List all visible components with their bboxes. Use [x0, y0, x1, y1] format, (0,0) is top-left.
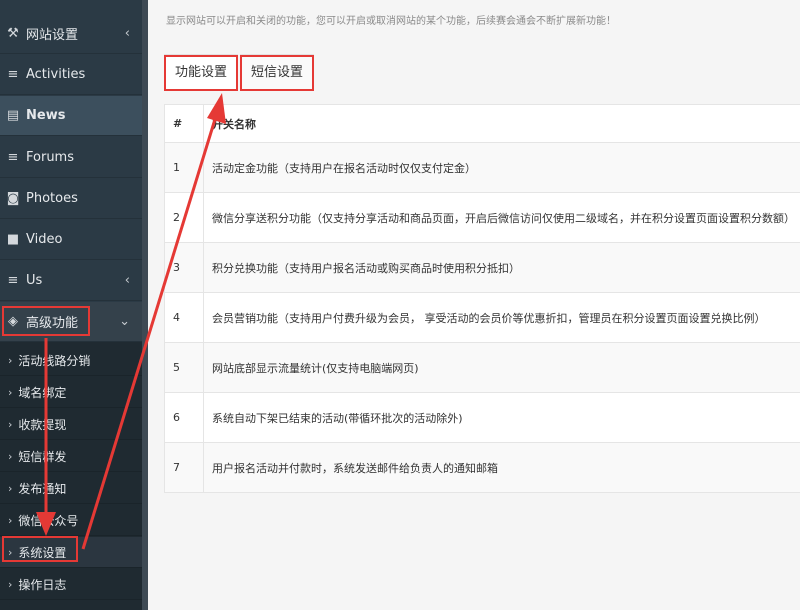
- sidebar-item-activities[interactable]: ≡ Activities: [0, 55, 142, 95]
- sidebar-item-label: Activities: [26, 67, 86, 82]
- row-number: 1: [164, 142, 204, 193]
- table-row: 6 系统自动下架已结束的活动(带循环批次的活动除外): [164, 392, 800, 443]
- row-feature-name: 积分兑换功能（支持用户报名活动或购买商品时使用积分抵扣）: [203, 242, 800, 293]
- sidebar-item-label: 网站设置: [26, 28, 79, 43]
- sidebar-item-advanced[interactable]: ◈ 高级功能 ⌄: [0, 302, 142, 342]
- submenu-item-label: 活动线路分销: [18, 353, 91, 368]
- chevron-right-icon: ›: [8, 417, 13, 431]
- tab-function-settings[interactable]: 功能设置: [164, 54, 238, 90]
- submenu-item-label: 域名绑定: [18, 385, 67, 400]
- sidebar-item-photoes[interactable]: ◙ Photoes: [0, 179, 142, 219]
- table-row: 1 活动定金功能（支持用户在报名活动时仅仅支付定金）: [164, 142, 800, 193]
- table-row: 7 用户报名活动并付款时，系统发送邮件给负责人的通知邮箱: [164, 442, 800, 493]
- submenu-item-label: 短信群发: [18, 449, 67, 464]
- submenu-item-withdrawal[interactable]: › 收款提现: [0, 409, 142, 440]
- row-feature-name: 会员营销功能（支持用户付费升级为会员， 享受活动的会员价等优惠折扣，管理员在积分…: [203, 292, 800, 343]
- row-feature-name: 活动定金功能（支持用户在报名活动时仅仅支付定金）: [203, 142, 800, 193]
- column-header-switch-name: 开关名称: [203, 104, 800, 143]
- tab-sms-settings[interactable]: 短信设置: [240, 54, 314, 90]
- table-row: 4 会员营销功能（支持用户付费升级为会员， 享受活动的会员价等优惠折扣，管理员在…: [164, 292, 800, 343]
- submenu-item-system-settings[interactable]: › 系统设置: [0, 537, 142, 568]
- row-number: 7: [164, 442, 204, 493]
- main-content: 显示网站可以开启和关闭的功能，您可以开启或取消网站的某个功能，后续赛会通会不断扩…: [148, 0, 800, 610]
- chevron-right-icon: ›: [8, 545, 13, 559]
- list-icon: ≡: [7, 67, 19, 82]
- chevron-left-icon: ‹: [124, 26, 130, 41]
- chevron-right-icon: ›: [8, 513, 13, 527]
- camera-icon: ◙: [6, 191, 20, 206]
- newspaper-icon: ▤: [6, 108, 20, 123]
- submenu-item-label: 系统设置: [18, 545, 67, 560]
- chevron-right-icon: ›: [8, 385, 13, 399]
- submenu-item-label: 操作日志: [18, 577, 67, 592]
- table-row: 2 微信分享送积分功能（仅支持分享活动和商品页面，开启后微信访问仅使用二级域名，…: [164, 192, 800, 243]
- chevron-down-icon: ⌄: [119, 314, 130, 329]
- wrench-icon: ⚒: [7, 26, 19, 41]
- sidebar-item-forums[interactable]: ≡ Forums: [0, 138, 142, 178]
- submenu-item-label: 微信公众号: [18, 513, 79, 528]
- sidebar-item-video[interactable]: ■ Video: [0, 220, 142, 260]
- chevron-left-icon: ‹: [124, 273, 130, 288]
- list-icon: ≡: [7, 273, 19, 288]
- cube-icon: ◈: [8, 314, 18, 329]
- row-number: 5: [164, 342, 204, 393]
- sidebar-item-label: Forums: [26, 150, 74, 165]
- submenu-item-domain-binding[interactable]: › 域名绑定: [0, 377, 142, 408]
- chevron-right-icon: ›: [8, 481, 13, 495]
- row-feature-name: 用户报名活动并付款时，系统发送邮件给负责人的通知邮箱: [203, 442, 800, 493]
- video-icon: ■: [6, 232, 20, 247]
- row-number: 4: [164, 292, 204, 343]
- table-row: 5 网站底部显示流量统计(仅支持电脑端网页): [164, 342, 800, 393]
- table-row: 3 积分兑换功能（支持用户报名活动或购买商品时使用积分抵扣）: [164, 242, 800, 293]
- submenu-item-operation-log[interactable]: › 操作日志: [0, 569, 142, 600]
- row-number: 6: [164, 392, 204, 443]
- row-feature-name: 系统自动下架已结束的活动(带循环批次的活动除外): [203, 392, 800, 443]
- list-icon: ≡: [7, 150, 19, 165]
- submenu-item-label: 发布通知: [18, 481, 67, 496]
- sidebar-item-label: Video: [26, 232, 63, 247]
- chevron-right-icon: ›: [8, 577, 13, 591]
- submenu-item-label: 收款提现: [18, 417, 67, 432]
- row-number: 2: [164, 192, 204, 243]
- submenu-item-sms-broadcast[interactable]: › 短信群发: [0, 441, 142, 472]
- table-header-row: # 开关名称: [164, 104, 800, 143]
- advanced-submenu: › 活动线路分销 › 域名绑定 › 收款提现 › 短信群发 › 发布通知 › 微…: [0, 342, 142, 610]
- submenu-item-route-distribution[interactable]: › 活动线路分销: [0, 345, 142, 376]
- sidebar-item-label: Us: [26, 273, 43, 288]
- chevron-right-icon: ›: [8, 449, 13, 463]
- submenu-item-notifications[interactable]: › 发布通知: [0, 473, 142, 504]
- sidebar-item-label: News: [26, 108, 66, 123]
- sidebar-item-news[interactable]: ▤ News: [0, 96, 142, 136]
- chevron-right-icon: ›: [8, 353, 13, 367]
- row-feature-name: 网站底部显示流量统计(仅支持电脑端网页): [203, 342, 800, 393]
- submenu-item-wechat[interactable]: › 微信公众号: [0, 505, 142, 536]
- sidebar-item-site-settings[interactable]: ⚒ 网站设置 ‹: [0, 14, 142, 54]
- page-notice: 显示网站可以开启和关闭的功能，您可以开启或取消网站的某个功能，后续赛会通会不断扩…: [166, 16, 616, 27]
- sidebar-item-label: 高级功能: [26, 316, 79, 331]
- feature-table: # 开关名称 1 活动定金功能（支持用户在报名活动时仅仅支付定金） 2 微信分享…: [164, 104, 800, 493]
- row-number: 3: [164, 242, 204, 293]
- sidebar: ⚒ 网站设置 ‹ ≡ Activities ▤ News ≡ Forums ◙ …: [0, 0, 148, 610]
- sidebar-item-label: Photoes: [26, 191, 78, 206]
- column-header-number: #: [164, 104, 204, 143]
- row-feature-name: 微信分享送积分功能（仅支持分享活动和商品页面，开启后微信访问仅使用二级域名，并在…: [203, 192, 800, 243]
- sidebar-item-us[interactable]: ≡ Us ‹: [0, 261, 142, 301]
